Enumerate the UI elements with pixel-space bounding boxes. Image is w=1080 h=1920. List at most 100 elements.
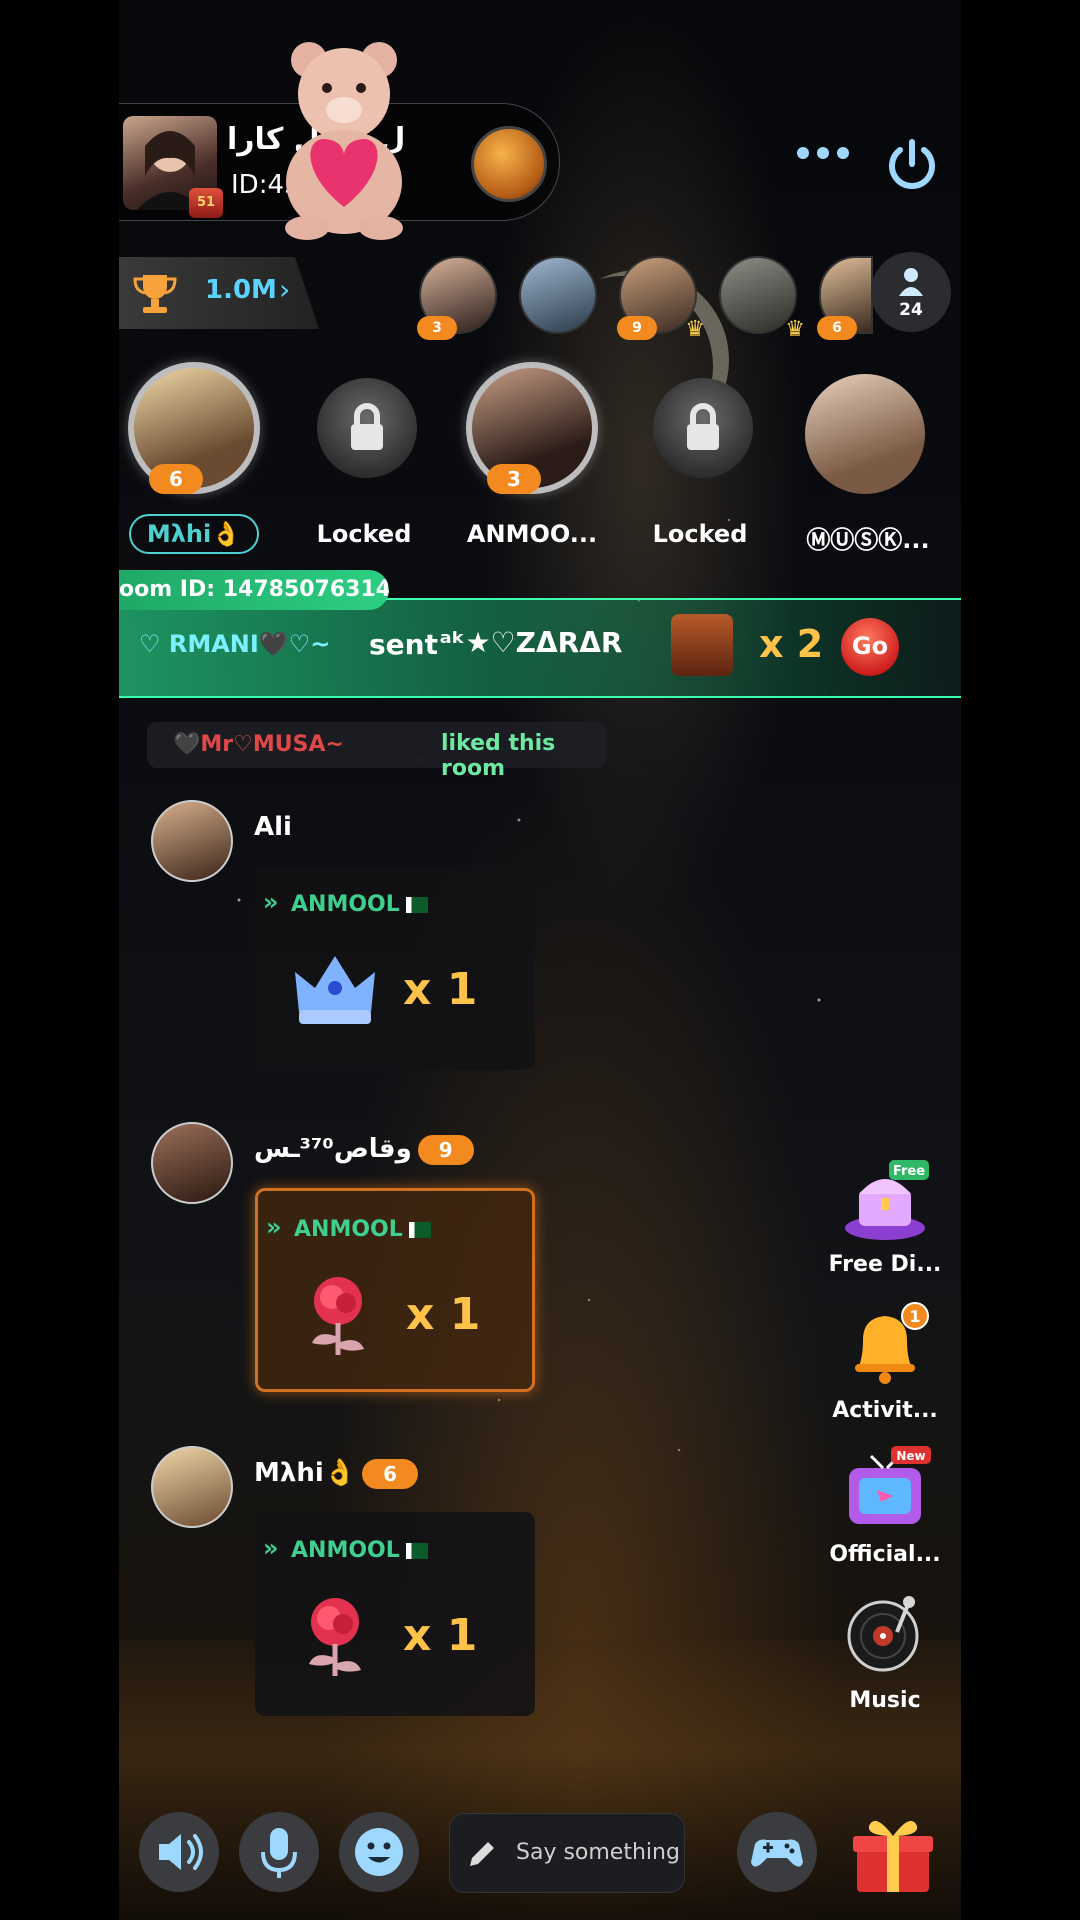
treasure-chest-icon: Free [845,1160,929,1240]
double-chevron-icon: » [263,1534,279,1562]
side-action-treasure-chest[interactable]: Free Free Di... [815,1150,955,1277]
sender-level-badge: 6 [362,1458,419,1489]
bell-icon: 1 [855,1302,929,1384]
viewer-level-badge: 6 [817,316,857,340]
lock-icon [687,403,719,450]
rose-gift-icon [309,1598,361,1676]
room-id-marquee: oom ID: 14785076314] [119,570,389,610]
recipient-name: ANMOOL [294,1217,403,1242]
viewer-level-badge: 3 [417,316,457,340]
crown-icon: ♛ [785,317,805,342]
gift-quantity: x 1 [406,1289,481,1340]
room-rank-button[interactable]: 1.0M › [119,257,319,329]
seat-name: ⓂⓊⓈⓀ... [806,526,930,554]
say-something-input[interactable]: Say something [449,1813,685,1893]
viewer-avatar[interactable]: 6 [817,256,873,340]
speaker-icon [159,1834,203,1870]
crown-icon: ♛ [685,317,705,342]
locked-seat[interactable] [653,378,753,478]
power-icon [889,139,935,189]
recipient-name: ANMOOL [291,892,400,917]
message-sender[interactable]: Ali [254,812,292,842]
pakistan-flag-icon [405,897,428,913]
room-level-badge: 51 [189,188,223,218]
message-sender[interactable]: Mλhi👌 6 [254,1458,419,1489]
banner-recipient: ᵃᵏ★♡ZΔRΔR [439,626,623,659]
gift-broadcast-banner[interactable]: ♡ RMANI🖤♡~ sent ᵃᵏ★♡ZΔRΔR x 2 Go [119,598,961,698]
seat-level-badge: 3 [487,464,541,494]
gift-recipient: ANMOOL [291,892,428,917]
double-chevron-icon: » [263,888,279,916]
go-button[interactable]: Go [841,618,899,676]
more-options-button[interactable] [795,138,851,168]
viewer-avatar[interactable]: ♛ [719,256,805,342]
lock-icon [351,403,383,450]
locked-seat[interactable] [317,378,417,478]
message-avatar[interactable] [151,800,233,882]
side-action-tv[interactable]: New Official... [815,1440,955,1567]
viewer-avatar[interactable]: 3 [417,256,497,340]
side-action-vinyl-record[interactable]: Music [815,1586,955,1713]
side-action-bell[interactable]: 1 Activit... [815,1296,955,1423]
recipient-name: ANMOOL [291,1538,400,1563]
gift-recipient: ANMOOL [294,1217,431,1242]
speaker-button[interactable] [139,1812,219,1892]
input-placeholder: Say something [516,1840,680,1865]
liked-text: liked this room [441,731,556,781]
crown-gift-icon [295,956,375,1024]
banner-quantity: x 2 [759,622,824,666]
seat-level-badge: 6 [149,464,203,494]
gift-quantity: x 1 [403,1610,478,1661]
gift-recipient: ANMOOL [291,1538,428,1563]
exit-room-button[interactable] [884,136,940,192]
emoji-button[interactable] [339,1812,419,1892]
teddy-bear-sticker [285,42,403,240]
seat-name: Locked [316,520,412,548]
room-rank-value: 1.0M [205,275,277,305]
gift-chest-icon [671,614,733,676]
ellipsis-icon [797,147,849,159]
microphone-icon [261,1828,297,1878]
sender-name: Mλhi👌 [254,1458,357,1488]
sender-level-badge: 9 [417,1134,474,1165]
emoji-icon [355,1828,403,1876]
mic-seat-5[interactable]: ⓂⓊⓈⓀ... [793,362,943,562]
svg-text:1: 1 [909,1307,920,1326]
games-button[interactable] [737,1812,817,1892]
mic-seat-1[interactable]: 6 Mλhi👌 [119,362,269,562]
sender-name: Ali [254,812,292,842]
svg-text:New: New [896,1449,925,1463]
microphone-button[interactable] [239,1812,319,1892]
seat-name: Mλhi👌 [129,514,259,554]
chevron-right-icon: › [279,273,291,306]
message-sender[interactable]: وقاص³⁷⁰ـس 9 [254,1134,474,1165]
tv-icon: New [849,1446,931,1524]
online-users-button[interactable]: 24 [871,252,951,332]
mic-seat-4[interactable]: Locked [625,362,775,562]
banner-sender: ♡ RMANI🖤♡~ [139,630,331,658]
seat-name: Locked [652,520,748,548]
banner-sent-label: sent [369,628,438,661]
viewer-avatar[interactable] [519,256,597,334]
message-avatar[interactable] [151,1122,233,1204]
gift-message-card: » ANMOOL x 1 [255,866,535,1070]
user-icon [899,268,923,296]
gift-message-card: » ANMOOL x 1 [255,1188,535,1392]
pencil-icon [470,1842,494,1866]
liked-room-notice: 🖤Mr♡MUSA~ liked this room [147,722,607,781]
pakistan-flag-icon [408,1222,431,1238]
seat-avatar[interactable] [805,374,925,494]
send-gift-button[interactable] [847,1806,939,1898]
viewer-level-badge: 9 [617,316,657,340]
mic-seat-2[interactable]: Locked [289,362,439,562]
double-chevron-icon: » [266,1213,282,1241]
rose-gift-icon [312,1277,364,1355]
room-follow-button[interactable] [471,126,547,202]
viewer-avatar[interactable]: 9 ♛ [617,256,705,342]
message-avatar[interactable] [151,1446,233,1528]
liked-user-name: 🖤Mr♡MUSA~ [173,732,344,757]
mic-seat-3[interactable]: 3 ANMOO... [457,362,607,562]
gift-quantity: x 1 [403,964,478,1015]
sender-name: وقاص³⁷⁰ـس [254,1134,412,1164]
side-action-label: Music [849,1688,921,1713]
